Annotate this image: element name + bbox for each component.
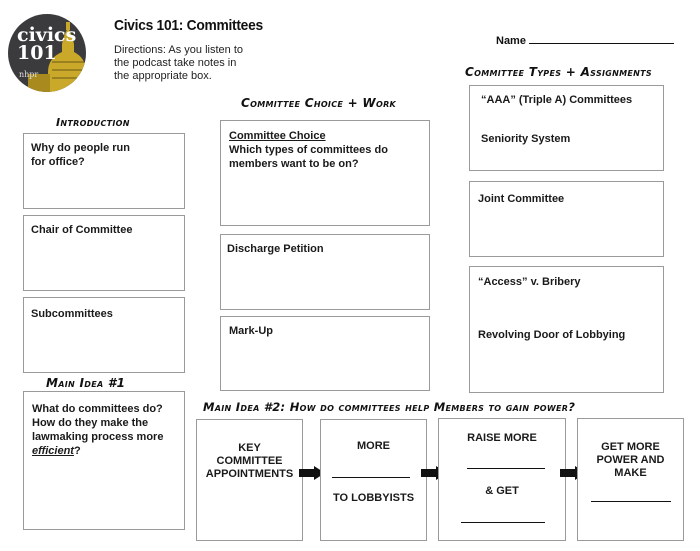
- page-title: Civics 101: Committees: [114, 17, 263, 34]
- logo-text-nhpr: nhpr: [19, 70, 39, 79]
- box-title: Committee Choice: [229, 130, 326, 142]
- question-mark: ?: [73, 445, 81, 457]
- note-box-joint-committee[interactable]: Joint Committee: [469, 181, 664, 257]
- fill-in-blank[interactable]: [467, 468, 545, 469]
- box-prompt: members want to be on?: [229, 158, 359, 170]
- note-box-committee-choice[interactable]: Committee Choice Which types of committe…: [220, 120, 430, 226]
- note-box-main-idea-1[interactable]: What do committees do? How do they make …: [23, 391, 185, 530]
- step-text: MAKE: [614, 467, 647, 479]
- directions-line: the podcast take notes in: [114, 57, 237, 69]
- box-prompt: Chair of Committee: [31, 224, 133, 236]
- name-label: Name: [496, 35, 526, 47]
- box-prompt: “Access” v. Bribery: [478, 276, 581, 288]
- note-box-aaa-seniority[interactable]: “AAA” (Triple A) Committees Seniority Sy…: [469, 85, 664, 171]
- note-box-why-run[interactable]: Why do people run for office?: [23, 133, 185, 209]
- box-prompt: Discharge Petition: [227, 243, 324, 255]
- step-text: COMMITTEE: [216, 455, 283, 467]
- box-prompt: Why do people run: [31, 142, 130, 154]
- note-box-access-lobbying[interactable]: “Access” v. Bribery Revolving Door of Lo…: [469, 266, 664, 393]
- heading-main-idea-2: Main Idea #2: How do committees help Mem…: [203, 400, 576, 414]
- name-blank[interactable]: [529, 34, 675, 44]
- note-box-discharge-petition[interactable]: Discharge Petition: [220, 234, 430, 310]
- box-prompt: Joint Committee: [478, 193, 565, 205]
- name-field[interactable]: Name: [496, 34, 675, 47]
- box-prompt: Which types of committees do: [229, 144, 388, 156]
- box-prompt: Subcommittees: [31, 308, 113, 320]
- step-text: MORE: [357, 440, 390, 452]
- fill-in-blank[interactable]: [461, 522, 545, 523]
- step-text: & GET: [485, 485, 519, 497]
- civics101-logo: civics 101 nhpr: [8, 14, 86, 92]
- step-text: POWER AND: [596, 454, 665, 466]
- logo-text-101: 101: [17, 42, 57, 64]
- note-box-chair[interactable]: Chair of Committee: [23, 215, 185, 291]
- box-prompt: “AAA” (Triple A) Committees: [481, 94, 633, 106]
- heading-main-idea-1: Main Idea #1: [46, 376, 126, 390]
- directions-line: the appropriate box.: [114, 70, 212, 82]
- directions-line: Directions: As you listen to: [114, 44, 244, 56]
- step-text: APPOINTMENTS: [205, 468, 294, 480]
- directions: Directions: As you listen to the podcast…: [114, 44, 243, 83]
- heading-introduction: Introduction: [56, 116, 130, 129]
- note-box-mark-up[interactable]: Mark-Up: [220, 316, 430, 391]
- box-prompt: Revolving Door of Lobbying: [478, 329, 626, 341]
- step-text: KEY: [238, 442, 261, 454]
- heading-committee-choice-work: Committee Choice + Work: [241, 96, 397, 110]
- step-text: GET MORE: [601, 441, 660, 453]
- flow-step-more-to-lobbyists[interactable]: MORE TO LOBBYISTS: [320, 419, 427, 541]
- box-prompt: What do committees do?: [32, 403, 163, 415]
- box-prompt: Seniority System: [481, 133, 571, 145]
- heading-committee-types-assignments: Committee Types + Assignments: [465, 65, 652, 79]
- note-box-subcommittees[interactable]: Subcommittees: [23, 297, 185, 373]
- box-prompt: for office?: [31, 156, 85, 168]
- flow-step-get-more-power[interactable]: GET MORE POWER AND MAKE: [577, 418, 684, 541]
- box-prompt: lawmaking process more: [32, 431, 164, 443]
- flow-step-raise-more[interactable]: RAISE MORE & GET: [438, 418, 566, 541]
- box-prompt: Mark-Up: [229, 325, 274, 337]
- step-text: TO LOBBYISTS: [332, 492, 415, 504]
- box-prompt: How do they make the: [32, 417, 149, 429]
- fill-in-blank[interactable]: [591, 501, 671, 502]
- emphasis-efficient: efficient: [32, 445, 74, 457]
- step-text: RAISE MORE: [467, 432, 537, 444]
- flow-step-key-appointments[interactable]: KEY COMMITTEE APPOINTMENTS: [196, 419, 303, 541]
- fill-in-blank[interactable]: [332, 477, 410, 478]
